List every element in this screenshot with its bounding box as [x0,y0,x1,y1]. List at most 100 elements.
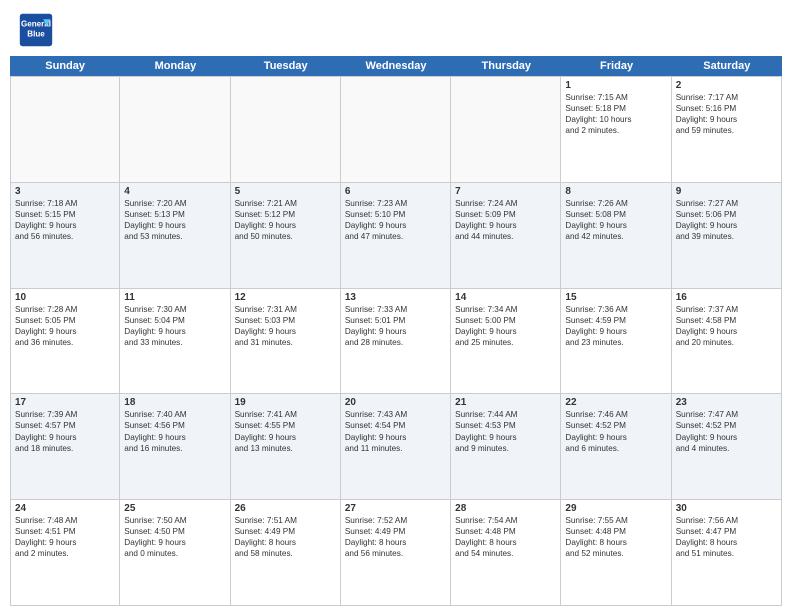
day-info: Sunrise: 7:51 AM Sunset: 4:49 PM Dayligh… [235,515,336,559]
day-info: Sunrise: 7:50 AM Sunset: 4:50 PM Dayligh… [124,515,225,559]
calendar-cell: 29Sunrise: 7:55 AM Sunset: 4:48 PM Dayli… [561,500,671,605]
day-number: 14 [455,292,556,303]
calendar-row: 10Sunrise: 7:28 AM Sunset: 5:05 PM Dayli… [10,289,782,395]
day-number: 2 [676,80,777,91]
page: General Blue SundayMondayTuesdayWednesda… [0,0,792,612]
day-number: 1 [565,80,666,91]
day-info: Sunrise: 7:28 AM Sunset: 5:05 PM Dayligh… [15,304,115,348]
day-info: Sunrise: 7:20 AM Sunset: 5:13 PM Dayligh… [124,198,225,242]
cal-header-cell: Monday [120,56,230,76]
day-number: 30 [676,503,777,514]
day-number: 10 [15,292,115,303]
day-number: 17 [15,397,115,408]
calendar-cell: 6Sunrise: 7:23 AM Sunset: 5:10 PM Daylig… [341,183,451,288]
calendar-cell: 2Sunrise: 7:17 AM Sunset: 5:16 PM Daylig… [672,77,782,182]
calendar-cell: 3Sunrise: 7:18 AM Sunset: 5:15 PM Daylig… [10,183,120,288]
calendar-body: 1Sunrise: 7:15 AM Sunset: 5:18 PM Daylig… [10,76,782,606]
calendar-cell: 11Sunrise: 7:30 AM Sunset: 5:04 PM Dayli… [120,289,230,394]
calendar-cell: 15Sunrise: 7:36 AM Sunset: 4:59 PM Dayli… [561,289,671,394]
day-info: Sunrise: 7:30 AM Sunset: 5:04 PM Dayligh… [124,304,225,348]
day-number: 20 [345,397,446,408]
calendar-cell: 10Sunrise: 7:28 AM Sunset: 5:05 PM Dayli… [10,289,120,394]
calendar-cell: 26Sunrise: 7:51 AM Sunset: 4:49 PM Dayli… [231,500,341,605]
day-info: Sunrise: 7:18 AM Sunset: 5:15 PM Dayligh… [15,198,115,242]
day-info: Sunrise: 7:52 AM Sunset: 4:49 PM Dayligh… [345,515,446,559]
day-number: 21 [455,397,556,408]
calendar-cell: 1Sunrise: 7:15 AM Sunset: 5:18 PM Daylig… [561,77,671,182]
day-number: 24 [15,503,115,514]
calendar-cell [231,77,341,182]
day-info: Sunrise: 7:41 AM Sunset: 4:55 PM Dayligh… [235,409,336,453]
calendar-cell: 14Sunrise: 7:34 AM Sunset: 5:00 PM Dayli… [451,289,561,394]
day-info: Sunrise: 7:43 AM Sunset: 4:54 PM Dayligh… [345,409,446,453]
day-number: 26 [235,503,336,514]
day-number: 27 [345,503,446,514]
cal-header-cell: Tuesday [231,56,341,76]
day-info: Sunrise: 7:46 AM Sunset: 4:52 PM Dayligh… [565,409,666,453]
logo: General Blue [18,12,58,48]
calendar-cell [341,77,451,182]
day-info: Sunrise: 7:36 AM Sunset: 4:59 PM Dayligh… [565,304,666,348]
day-info: Sunrise: 7:21 AM Sunset: 5:12 PM Dayligh… [235,198,336,242]
calendar-cell: 5Sunrise: 7:21 AM Sunset: 5:12 PM Daylig… [231,183,341,288]
calendar-cell [120,77,230,182]
calendar-cell: 23Sunrise: 7:47 AM Sunset: 4:52 PM Dayli… [672,394,782,499]
day-number: 15 [565,292,666,303]
cal-header-cell: Sunday [10,56,120,76]
day-number: 18 [124,397,225,408]
calendar-cell: 22Sunrise: 7:46 AM Sunset: 4:52 PM Dayli… [561,394,671,499]
day-number: 5 [235,186,336,197]
day-info: Sunrise: 7:56 AM Sunset: 4:47 PM Dayligh… [676,515,777,559]
calendar-cell: 19Sunrise: 7:41 AM Sunset: 4:55 PM Dayli… [231,394,341,499]
calendar: SundayMondayTuesdayWednesdayThursdayFrid… [0,56,792,612]
day-info: Sunrise: 7:33 AM Sunset: 5:01 PM Dayligh… [345,304,446,348]
day-number: 3 [15,186,115,197]
day-info: Sunrise: 7:24 AM Sunset: 5:09 PM Dayligh… [455,198,556,242]
day-info: Sunrise: 7:48 AM Sunset: 4:51 PM Dayligh… [15,515,115,559]
day-number: 6 [345,186,446,197]
calendar-cell: 17Sunrise: 7:39 AM Sunset: 4:57 PM Dayli… [10,394,120,499]
calendar-cell: 4Sunrise: 7:20 AM Sunset: 5:13 PM Daylig… [120,183,230,288]
cal-header-cell: Thursday [451,56,561,76]
cal-header-cell: Wednesday [341,56,451,76]
day-info: Sunrise: 7:55 AM Sunset: 4:48 PM Dayligh… [565,515,666,559]
calendar-row: 3Sunrise: 7:18 AM Sunset: 5:15 PM Daylig… [10,183,782,289]
day-number: 11 [124,292,225,303]
day-number: 28 [455,503,556,514]
day-info: Sunrise: 7:47 AM Sunset: 4:52 PM Dayligh… [676,409,777,453]
calendar-row: 17Sunrise: 7:39 AM Sunset: 4:57 PM Dayli… [10,394,782,500]
calendar-cell: 28Sunrise: 7:54 AM Sunset: 4:48 PM Dayli… [451,500,561,605]
calendar-header: SundayMondayTuesdayWednesdayThursdayFrid… [10,56,782,76]
day-info: Sunrise: 7:40 AM Sunset: 4:56 PM Dayligh… [124,409,225,453]
calendar-cell: 27Sunrise: 7:52 AM Sunset: 4:49 PM Dayli… [341,500,451,605]
day-info: Sunrise: 7:26 AM Sunset: 5:08 PM Dayligh… [565,198,666,242]
day-info: Sunrise: 7:31 AM Sunset: 5:03 PM Dayligh… [235,304,336,348]
day-number: 22 [565,397,666,408]
calendar-cell: 7Sunrise: 7:24 AM Sunset: 5:09 PM Daylig… [451,183,561,288]
calendar-cell: 25Sunrise: 7:50 AM Sunset: 4:50 PM Dayli… [120,500,230,605]
day-number: 29 [565,503,666,514]
day-number: 25 [124,503,225,514]
calendar-row: 1Sunrise: 7:15 AM Sunset: 5:18 PM Daylig… [10,76,782,183]
day-info: Sunrise: 7:15 AM Sunset: 5:18 PM Dayligh… [565,92,666,136]
day-info: Sunrise: 7:37 AM Sunset: 4:58 PM Dayligh… [676,304,777,348]
day-info: Sunrise: 7:27 AM Sunset: 5:06 PM Dayligh… [676,198,777,242]
day-number: 13 [345,292,446,303]
calendar-cell: 18Sunrise: 7:40 AM Sunset: 4:56 PM Dayli… [120,394,230,499]
day-number: 12 [235,292,336,303]
day-number: 19 [235,397,336,408]
day-info: Sunrise: 7:44 AM Sunset: 4:53 PM Dayligh… [455,409,556,453]
logo-icon: General Blue [18,12,54,48]
calendar-cell: 20Sunrise: 7:43 AM Sunset: 4:54 PM Dayli… [341,394,451,499]
day-number: 16 [676,292,777,303]
svg-text:Blue: Blue [27,29,45,38]
calendar-row: 24Sunrise: 7:48 AM Sunset: 4:51 PM Dayli… [10,500,782,606]
calendar-cell: 24Sunrise: 7:48 AM Sunset: 4:51 PM Dayli… [10,500,120,605]
day-number: 7 [455,186,556,197]
calendar-cell: 12Sunrise: 7:31 AM Sunset: 5:03 PM Dayli… [231,289,341,394]
header: General Blue [0,0,792,56]
cal-header-cell: Saturday [672,56,782,76]
day-number: 23 [676,397,777,408]
calendar-cell: 21Sunrise: 7:44 AM Sunset: 4:53 PM Dayli… [451,394,561,499]
calendar-cell [10,77,120,182]
